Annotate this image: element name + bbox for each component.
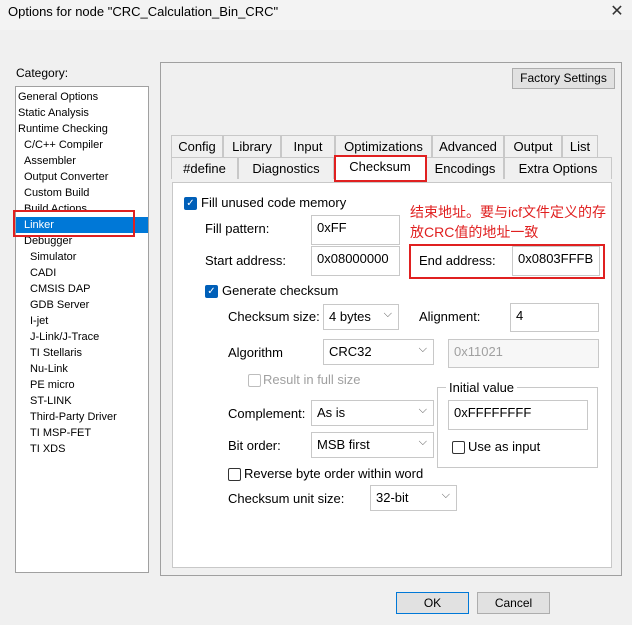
tab-config[interactable]: Config: [171, 135, 223, 157]
fill-pattern-label: Fill pattern:: [205, 221, 270, 236]
alignment-label: Alignment:: [419, 309, 481, 324]
category-item-simulator[interactable]: Simulator: [30, 249, 76, 265]
category-item-cmsis-dap[interactable]: CMSIS DAP: [30, 281, 91, 297]
category-item-ti-stellaris[interactable]: TI Stellaris: [30, 345, 82, 361]
tab-list[interactable]: List: [562, 135, 598, 157]
chevron-down-icon: ⌵: [418, 343, 427, 355]
category-item-output-converter[interactable]: Output Converter: [24, 169, 108, 185]
tab-encodings[interactable]: Encodings: [426, 157, 504, 179]
algorithm-value: CRC32: [329, 344, 372, 359]
category-item-gdb-server[interactable]: GDB Server: [30, 297, 89, 313]
category-item-c-c-compiler[interactable]: C/C++ Compiler: [24, 137, 103, 153]
reverse-byte-order-checkbox[interactable]: [228, 468, 241, 481]
category-item-runtime-checking[interactable]: Runtime Checking: [18, 121, 108, 137]
category-item-i-jet[interactable]: I-jet: [30, 313, 48, 329]
use-as-input-label: Use as input: [468, 439, 541, 454]
tab-define[interactable]: #define: [171, 157, 238, 179]
bit-order-value: MSB first: [317, 437, 370, 452]
category-item-j-link-j-trace[interactable]: J-Link/J-Trace: [30, 329, 99, 345]
category-item-ti-msp-fet[interactable]: TI MSP-FET: [30, 425, 91, 441]
tab-extra-options[interactable]: Extra Options: [504, 157, 612, 179]
start-address-input[interactable]: 0x08000000: [311, 246, 400, 276]
alignment-input[interactable]: 4: [510, 303, 599, 332]
bit-order-label: Bit order:: [228, 438, 281, 453]
complement-select[interactable]: As is ⌵: [311, 400, 434, 426]
result-full-size-checkbox[interactable]: [248, 374, 261, 387]
category-item-nu-link[interactable]: Nu-Link: [30, 361, 68, 377]
annotation-highlight-linker: [13, 210, 135, 237]
result-full-size-label: Result in full size: [263, 372, 361, 387]
category-item-st-link[interactable]: ST-LINK: [30, 393, 72, 409]
category-item-assembler[interactable]: Assembler: [24, 153, 76, 169]
end-address-label: End address:: [419, 253, 496, 268]
chevron-down-icon: ⌵: [418, 436, 427, 448]
category-item-static-analysis[interactable]: Static Analysis: [18, 105, 89, 121]
fill-pattern-input[interactable]: 0xFF: [311, 215, 400, 245]
checksum-size-label: Checksum size:: [228, 309, 320, 324]
category-item-general-options[interactable]: General Options: [18, 89, 98, 105]
cancel-button[interactable]: Cancel: [477, 592, 550, 614]
tab-diagnostics[interactable]: Diagnostics: [238, 157, 334, 179]
unit-size-value: 32-bit: [376, 490, 409, 505]
checksum-size-select[interactable]: 4 bytes ⌵: [323, 304, 399, 330]
fill-unused-checkbox[interactable]: ✓: [184, 197, 197, 210]
category-item-custom-build[interactable]: Custom Build: [24, 185, 89, 201]
category-item-third-party-driver[interactable]: Third-Party Driver: [30, 409, 117, 425]
initial-value-input[interactable]: 0xFFFFFFFF: [448, 400, 588, 430]
unit-size-label: Checksum unit size:: [228, 491, 345, 506]
category-item-pe-micro[interactable]: PE micro: [30, 377, 75, 393]
tab-advanced[interactable]: Advanced: [432, 135, 504, 157]
fill-unused-label: Fill unused code memory: [201, 195, 347, 210]
algorithm-label: Algorithm: [228, 345, 283, 360]
close-icon[interactable]: ✕: [604, 1, 630, 23]
generate-checksum-checkbox[interactable]: ✓: [205, 285, 218, 298]
bit-order-select[interactable]: MSB first ⌵: [311, 432, 434, 458]
category-label: Category:: [16, 66, 69, 80]
complement-label: Complement:: [228, 406, 306, 421]
annotation-text: 结束地址。要与icf文件定义的存放CRC值的地址一致: [410, 204, 606, 240]
annotation-highlight-checksum-tab: [334, 155, 427, 182]
unit-size-select[interactable]: 32-bit ⌵: [370, 485, 457, 511]
algorithm-select[interactable]: CRC32 ⌵: [323, 339, 434, 365]
category-item-cadi[interactable]: CADI: [30, 265, 56, 281]
generate-checksum-label: Generate checksum: [222, 283, 339, 298]
tab-input[interactable]: Input: [281, 135, 335, 157]
window-title: Options for node "CRC_Calculation_Bin_CR…: [8, 4, 279, 19]
complement-value: As is: [317, 405, 346, 420]
start-address-label: Start address:: [205, 253, 286, 268]
initial-value-title: Initial value: [446, 380, 518, 395]
factory-settings-button[interactable]: Factory Settings: [512, 68, 615, 89]
chevron-down-icon: ⌵: [441, 489, 450, 501]
tab-optimizations[interactable]: Optimizations: [335, 135, 432, 157]
chevron-down-icon: ⌵: [383, 308, 392, 320]
tab-library[interactable]: Library: [223, 135, 281, 157]
chevron-down-icon: ⌵: [418, 404, 427, 416]
category-item-ti-xds[interactable]: TI XDS: [30, 441, 65, 457]
reverse-byte-order-label: Reverse byte order within word: [244, 466, 424, 481]
polynomial-input[interactable]: 0x11021: [448, 339, 599, 368]
checksum-size-value: 4 bytes: [329, 309, 371, 324]
use-as-input-checkbox[interactable]: [452, 441, 465, 454]
tab-output[interactable]: Output: [504, 135, 562, 157]
category-list[interactable]: General Options Static Analysis Runtime Ch…: [15, 86, 149, 573]
end-address-input[interactable]: 0x0803FFFB: [512, 246, 600, 276]
ok-button[interactable]: OK: [396, 592, 469, 614]
